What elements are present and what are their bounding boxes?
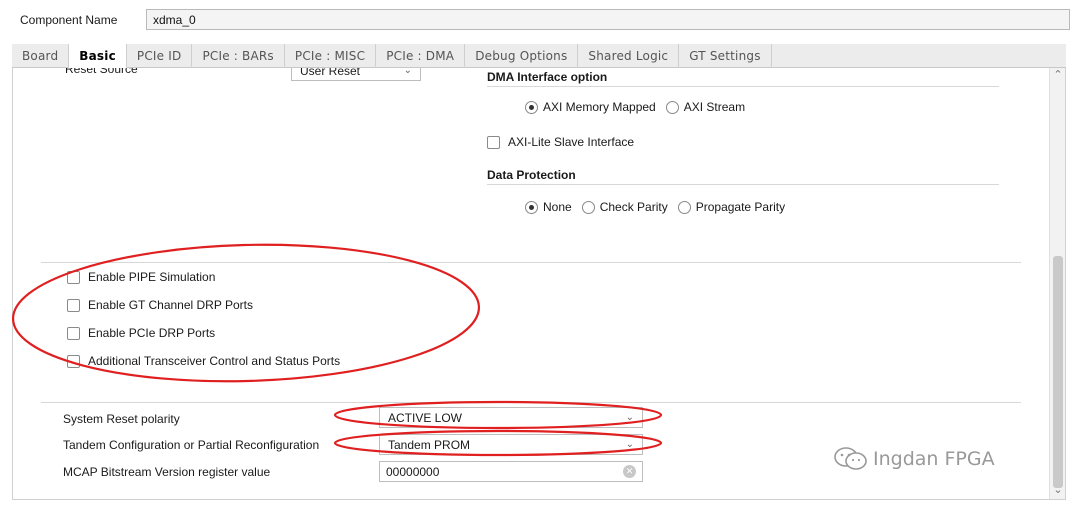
component-name-input[interactable]: xdma_0 <box>146 9 1070 30</box>
chevron-down-icon: ⌄ <box>625 439 634 450</box>
option-additional-transceiver: Additional Transceiver Control and Statu… <box>67 354 340 368</box>
radio-propagate-parity[interactable] <box>677 200 691 214</box>
reset-source-value: User Reset <box>300 68 361 78</box>
additional-transceiver-label: Additional Transceiver Control and Statu… <box>88 354 341 368</box>
axilite-slave-label: AXI-Lite Slave Interface <box>508 135 635 149</box>
chevron-down-icon: ⌄ <box>403 68 412 76</box>
tab-pcie-misc[interactable]: PCIe : MISC <box>285 44 377 68</box>
wechat-icon <box>834 447 867 470</box>
option-enable-gt-channel-drp: Enable GT Channel DRP Ports <box>67 298 253 312</box>
tandem-config-value: Tandem PROM <box>388 437 471 452</box>
dma-interface-divider <box>487 86 999 87</box>
mcap-version-input[interactable]: 00000000 ✕ <box>379 461 643 482</box>
checkbox-axilite-slave[interactable] <box>487 135 500 149</box>
tab-gt-settings[interactable]: GT Settings <box>679 44 772 68</box>
watermark: Ingdan FPGA <box>833 446 995 472</box>
watermark-text: Ingdan FPGA <box>873 448 995 470</box>
reset-polarity-label: System Reset polarity <box>63 412 180 426</box>
radio-none[interactable] <box>525 200 538 214</box>
mcap-version-label: MCAP Bitstream Version register value <box>63 465 271 479</box>
tab-pcie-dma[interactable]: PCIe : DMA <box>376 44 466 68</box>
tandem-config-label: Tandem Configuration or Partial Reconfig… <box>63 438 320 452</box>
enable-pcie-drp-label: Enable PCIe DRP Ports <box>88 326 216 340</box>
checkbox-enable-pcie-drp[interactable] <box>67 326 80 340</box>
dma-interface-title: DMA Interface option <box>487 70 608 84</box>
tab-pcie-id[interactable]: PCIe ID <box>127 44 193 68</box>
radio-axi-stream[interactable] <box>665 100 679 114</box>
enable-pipe-simulation-label: Enable PIPE Simulation <box>88 270 216 284</box>
reset-source-select[interactable]: User Reset ⌄ <box>291 68 421 81</box>
propagate-parity-label: Propagate Parity <box>695 200 786 214</box>
data-protection-divider <box>487 184 999 185</box>
basic-settings-panel: Reset Source User Reset ⌄ DMA Interface … <box>12 68 1066 500</box>
radio-axi-memory-mapped[interactable] <box>525 100 538 114</box>
tab-debug-options[interactable]: Debug Options <box>465 44 579 68</box>
tab-pcie-bars[interactable]: PCIe : BARs <box>192 44 285 68</box>
checkbox-additional-transceiver[interactable] <box>67 354 80 368</box>
component-name-row: Component Name xdma_0 <box>12 8 1070 32</box>
none-label: None <box>543 200 572 214</box>
enable-gt-channel-drp-label: Enable GT Channel DRP Ports <box>88 298 253 312</box>
data-protection-options: None Check Parity Propagate Parity <box>525 200 795 214</box>
dma-interface-options: AXI Memory Mapped AXI Stream <box>525 100 755 114</box>
tab-basic[interactable]: Basic <box>69 44 127 68</box>
axi-stream-label: AXI Stream <box>683 100 746 114</box>
section-divider-2 <box>41 402 1021 403</box>
tab-board[interactable]: Board <box>12 44 70 68</box>
reset-polarity-value: ACTIVE LOW <box>388 410 463 425</box>
section-divider-1 <box>41 262 1021 263</box>
chevron-up-icon[interactable]: ⌃ <box>1053 70 1063 81</box>
tandem-config-select[interactable]: Tandem PROM ⌄ <box>379 434 643 455</box>
check-parity-label: Check Parity <box>599 200 668 214</box>
scrollbar-thumb[interactable] <box>1053 256 1063 488</box>
reset-source-label: Reset Source <box>65 68 138 76</box>
checkbox-enable-pipe-simulation[interactable] <box>67 270 80 284</box>
component-name-label: Component Name <box>20 13 118 27</box>
option-enable-pipe-simulation: Enable PIPE Simulation <box>67 270 215 284</box>
data-protection-title: Data Protection <box>487 168 576 182</box>
reset-polarity-select[interactable]: ACTIVE LOW ⌄ <box>379 407 643 428</box>
axilite-option: AXI-Lite Slave Interface <box>487 135 634 149</box>
clear-icon[interactable]: ✕ <box>623 465 636 478</box>
vertical-scrollbar[interactable]: ⌃ ⌄ <box>1049 68 1065 499</box>
checkbox-enable-gt-channel-drp[interactable] <box>67 298 80 312</box>
option-enable-pcie-drp: Enable PCIe DRP Ports <box>67 326 215 340</box>
axi-memory-mapped-label: AXI Memory Mapped <box>543 100 656 114</box>
tab-bar: Board Basic PCIe ID PCIe : BARs PCIe : M… <box>12 44 1066 68</box>
chevron-down-icon: ⌄ <box>625 412 634 423</box>
radio-check-parity[interactable] <box>581 200 595 214</box>
mcap-version-value: 00000000 <box>386 464 440 479</box>
chevron-down-icon[interactable]: ⌄ <box>1053 485 1063 496</box>
tab-shared-logic[interactable]: Shared Logic <box>578 44 680 68</box>
